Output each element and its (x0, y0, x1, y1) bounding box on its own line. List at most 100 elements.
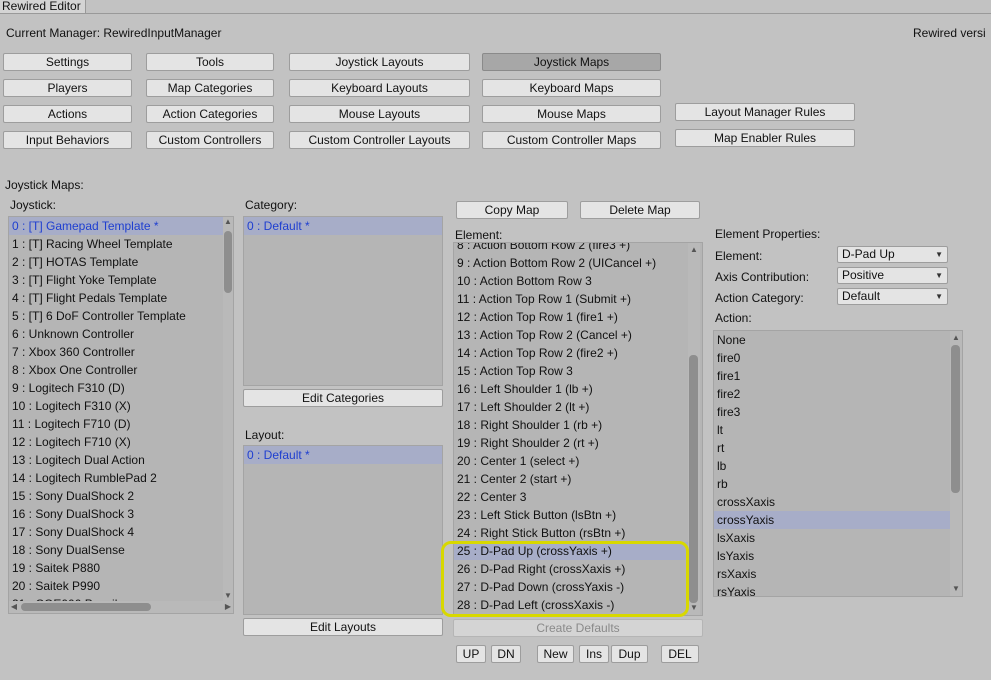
axis-contribution-dropdown[interactable]: Positive ▼ (837, 267, 948, 284)
actions-button[interactable]: Actions (3, 105, 132, 123)
custom-controller-maps-button[interactable]: Custom Controller Maps (482, 131, 661, 149)
duplicate-element-button[interactable]: Dup (611, 645, 648, 663)
copy-map-button[interactable]: Copy Map (456, 201, 568, 219)
joystick-list-item[interactable]: 19 : Saitek P880 (9, 559, 223, 577)
edit-categories-button[interactable]: Edit Categories (243, 389, 443, 407)
joystick-list-item[interactable]: 16 : Sony DualShock 3 (9, 505, 223, 523)
action-list-item[interactable]: lb (714, 457, 950, 475)
edit-layouts-button[interactable]: Edit Layouts (243, 618, 443, 636)
joystick-scroll-thumb[interactable] (224, 231, 232, 293)
element-list-item[interactable]: 8 : Action Bottom Row 2 (fire3 +) (454, 243, 690, 254)
joystick-list-item[interactable]: 2 : [T] HOTAS Template (9, 253, 223, 271)
delete-map-button[interactable]: Delete Map (580, 201, 700, 219)
scroll-down-icon[interactable]: ▼ (688, 603, 700, 613)
map-enabler-rules-button[interactable]: Map Enabler Rules (675, 129, 855, 147)
element-list-item[interactable]: 24 : Right Stick Button (rsBtn +) (454, 524, 690, 542)
element-list-item[interactable]: 21 : Center 2 (start +) (454, 470, 690, 488)
element-list-item[interactable]: 20 : Center 1 (select +) (454, 452, 690, 470)
joystick-list[interactable]: 0 : [T] Gamepad Template * 1 : [T] Racing… (8, 216, 234, 614)
scroll-up-icon[interactable]: ▲ (688, 245, 700, 255)
scroll-down-icon[interactable]: ▼ (223, 591, 233, 601)
action-category-dropdown[interactable]: Default ▼ (837, 288, 948, 305)
keyboard-maps-button[interactable]: Keyboard Maps (482, 79, 661, 97)
action-list-item[interactable]: rsXaxis (714, 565, 950, 583)
action-list-item[interactable]: None (714, 331, 950, 349)
scroll-down-icon[interactable]: ▼ (950, 584, 962, 594)
element-list-item[interactable]: 11 : Action Top Row 1 (Submit +) (454, 290, 690, 308)
joystick-list-item[interactable]: 4 : [T] Flight Pedals Template (9, 289, 223, 307)
joystick-list-item[interactable]: 14 : Logitech RumblePad 2 (9, 469, 223, 487)
joystick-list-item[interactable]: 0 : [T] Gamepad Template * (9, 217, 223, 235)
scroll-right-icon[interactable]: ▶ (223, 601, 233, 613)
joystick-list-item[interactable]: 15 : Sony DualShock 2 (9, 487, 223, 505)
joystick-list-item[interactable]: 7 : Xbox 360 Controller (9, 343, 223, 361)
new-element-button[interactable]: New (537, 645, 574, 663)
action-list-item[interactable]: fire0 (714, 349, 950, 367)
joystick-list-item[interactable]: 20 : Saitek P990 (9, 577, 223, 595)
category-list[interactable]: 0 : Default * (243, 216, 443, 386)
map-categories-button[interactable]: Map Categories (146, 79, 274, 97)
settings-button[interactable]: Settings (3, 53, 132, 71)
joystick-layouts-button[interactable]: Joystick Layouts (289, 53, 470, 71)
action-list-item[interactable]: rt (714, 439, 950, 457)
joystick-list-item[interactable]: 3 : [T] Flight Yoke Template (9, 271, 223, 289)
element-list-item[interactable]: 9 : Action Bottom Row 2 (UICancel +) (454, 254, 690, 272)
joystick-list-item[interactable]: 17 : Sony DualShock 4 (9, 523, 223, 541)
element-list-item[interactable]: 15 : Action Top Row 3 (454, 362, 690, 380)
element-list-item[interactable]: 16 : Left Shoulder 1 (lb +) (454, 380, 690, 398)
tools-button[interactable]: Tools (146, 53, 274, 71)
element-list-item[interactable]: 12 : Action Top Row 1 (fire1 +) (454, 308, 690, 326)
action-list-item[interactable]: lt (714, 421, 950, 439)
action-list-item[interactable]: lsXaxis (714, 529, 950, 547)
element-dropdown[interactable]: D-Pad Up ▼ (837, 246, 948, 263)
joystick-list-item[interactable]: 12 : Logitech F710 (X) (9, 433, 223, 451)
input-behaviors-button[interactable]: Input Behaviors (3, 131, 132, 149)
element-list-item[interactable]: 19 : Right Shoulder 2 (rt +) (454, 434, 690, 452)
element-list-item[interactable]: 10 : Action Bottom Row 3 (454, 272, 690, 290)
joystick-hscroll-thumb[interactable] (21, 603, 151, 611)
joystick-list-item[interactable]: 6 : Unknown Controller (9, 325, 223, 343)
custom-controllers-button[interactable]: Custom Controllers (146, 131, 274, 149)
category-item[interactable]: 0 : Default * (244, 217, 442, 235)
element-scroll-thumb[interactable] (689, 355, 698, 603)
joystick-vertical-scrollbar[interactable]: ▲ ▼ (223, 217, 233, 601)
scroll-left-icon[interactable]: ◀ (9, 601, 19, 613)
action-scroll-thumb[interactable] (951, 345, 960, 493)
element-vertical-scrollbar[interactable]: ▲ ▼ (688, 243, 700, 615)
move-down-button[interactable]: DN (491, 645, 521, 663)
action-list-item[interactable]: fire3 (714, 403, 950, 421)
joystick-list-item[interactable]: 10 : Logitech F310 (X) (9, 397, 223, 415)
custom-controller-layouts-button[interactable]: Custom Controller Layouts (289, 131, 470, 149)
editor-tab[interactable]: Rewired Editor (0, 0, 86, 13)
element-list-item[interactable]: 14 : Action Top Row 2 (fire2 +) (454, 344, 690, 362)
mouse-maps-button[interactable]: Mouse Maps (482, 105, 661, 123)
create-defaults-button[interactable]: Create Defaults (453, 619, 703, 637)
action-vertical-scrollbar[interactable]: ▲ ▼ (950, 331, 962, 596)
action-list-item[interactable]: lsYaxis (714, 547, 950, 565)
move-up-button[interactable]: UP (456, 645, 486, 663)
action-list-item[interactable]: fire2 (714, 385, 950, 403)
element-list-item[interactable]: 22 : Center 3 (454, 488, 690, 506)
element-list-item[interactable]: 17 : Left Shoulder 2 (lt +) (454, 398, 690, 416)
players-button[interactable]: Players (3, 79, 132, 97)
element-list-item[interactable]: 23 : Left Stick Button (lsBtn +) (454, 506, 690, 524)
keyboard-layouts-button[interactable]: Keyboard Layouts (289, 79, 470, 97)
scroll-up-icon[interactable]: ▲ (950, 333, 962, 343)
mouse-layouts-button[interactable]: Mouse Layouts (289, 105, 470, 123)
element-list-item[interactable]: 13 : Action Top Row 2 (Cancel +) (454, 326, 690, 344)
insert-element-button[interactable]: Ins (579, 645, 609, 663)
joystick-list-item[interactable]: 18 : Sony DualSense (9, 541, 223, 559)
delete-element-button[interactable]: DEL (661, 645, 699, 663)
joystick-list-item[interactable]: 8 : Xbox One Controller (9, 361, 223, 379)
element-list-item[interactable]: 18 : Right Shoulder 1 (rb +) (454, 416, 690, 434)
joystick-list-item[interactable]: 9 : Logitech F310 (D) (9, 379, 223, 397)
action-list-item[interactable]: rb (714, 475, 950, 493)
joystick-list-item[interactable]: 5 : [T] 6 DoF Controller Template (9, 307, 223, 325)
action-list-item[interactable]: crossXaxis (714, 493, 950, 511)
action-categories-button[interactable]: Action Categories (146, 105, 274, 123)
action-list-item[interactable]: crossYaxis (714, 511, 950, 529)
action-list[interactable]: None fire0 fire1 fire2 fire3 lt rt lb rb crossXax… (713, 330, 963, 597)
layout-manager-rules-button[interactable]: Layout Manager Rules (675, 103, 855, 121)
joystick-list-item[interactable]: 11 : Logitech F710 (D) (9, 415, 223, 433)
joystick-maps-button[interactable]: Joystick Maps (482, 53, 661, 71)
